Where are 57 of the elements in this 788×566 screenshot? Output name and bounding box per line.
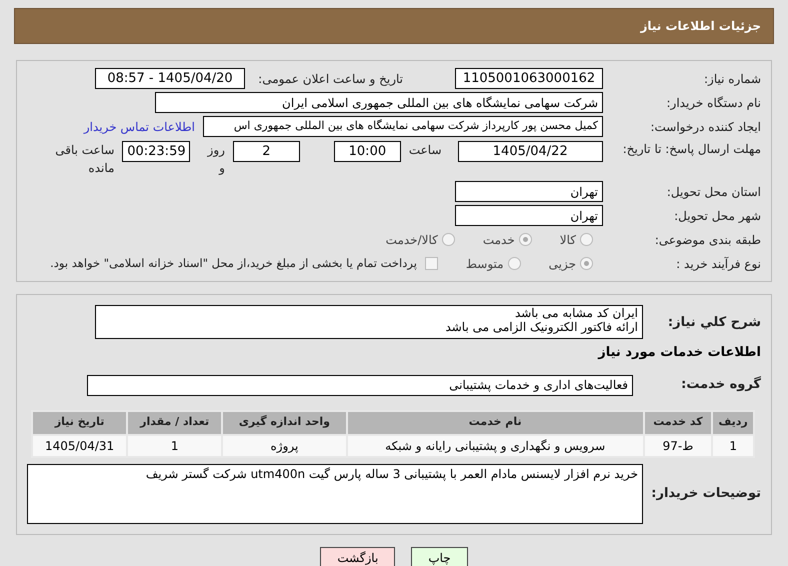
payment-note: پرداخت تمام یا بخشی از مبلغ خرید،از محل "اسناد خزانه اسلامی" خواهد بود. <box>50 254 417 272</box>
page-title: جزئیات اطلاعات نیاز <box>640 18 761 35</box>
print-button[interactable]: چاپ <box>411 546 468 566</box>
radio-label: متوسط <box>466 256 504 272</box>
field-label: تاریخ و ساعت اعلان عمومی: <box>257 70 403 88</box>
buyer-contact-link[interactable]: اطلاعات تماس خریدار <box>84 118 195 136</box>
deadline-date-field[interactable]: 1405/04/22 <box>458 141 603 162</box>
column-header: واحد اندازه گیری <box>222 410 347 434</box>
field-label: مهلت ارسال پاسخ: تا تاریخ: <box>622 141 761 157</box>
field-label: ساعت باقی مانده <box>54 142 114 177</box>
radio-button[interactable] <box>580 233 593 246</box>
field-label: توضیحات خریدار: <box>651 484 761 503</box>
column-header: تعداد / مقدار <box>127 410 222 434</box>
checkbox[interactable] <box>424 257 438 270</box>
table-cell: سرویس و نگهداری و پشتیبانی رایانه و شبکه <box>346 434 644 456</box>
days-field[interactable]: 2 <box>232 141 300 162</box>
table-cell: ط-97 <box>644 434 712 456</box>
buyer-notes-field[interactable]: خرید نرم افزار لایسنس مادام العمر با پشتیبانی 3 ساله پارس گیت utm400n شرکت گستر شریف <box>27 464 643 524</box>
radio-button[interactable] <box>518 233 532 246</box>
column-header: تاریخ نیاز <box>32 410 128 434</box>
description-field[interactable]: ایران کد مشابه می باشد ارائه فاکتور الکترونیک الزامی می باشد <box>95 305 643 339</box>
section-heading: اطلاعات خدمات مورد نیاز <box>596 344 761 362</box>
field-label: شهر محل تحویل: <box>673 208 761 224</box>
announce-date-field[interactable]: 1405/04/20 - 08:57 <box>95 68 245 89</box>
radio-label: خدمت <box>482 232 515 248</box>
field-label: ساعت <box>408 142 442 159</box>
radio-label: کالا <box>560 232 576 248</box>
field-label: گروه خدمت: <box>680 375 761 394</box>
column-header: کد خدمت <box>644 410 712 434</box>
field-label: نام دستگاه خریدار: <box>666 94 761 112</box>
field-label: شماره نیاز: <box>703 70 761 88</box>
radio-label: جزیی <box>548 256 576 272</box>
column-header: نام خدمت <box>346 410 644 434</box>
table-cell: پروژه <box>222 434 347 456</box>
table-cell: 1 <box>127 434 222 456</box>
buyer-org-field[interactable]: شرکت سهامی نمایشگاه های بین المللی جمهوری اسلامی ایران <box>155 92 603 113</box>
column-header: ردیف <box>712 410 754 434</box>
radio-button[interactable] <box>508 257 521 270</box>
field-label: استان محل تحویل: <box>666 184 761 200</box>
field-label: طبقه بندی موضوعی: <box>654 232 761 248</box>
table-cell: 1405/04/31 <box>32 434 128 456</box>
deadline-time-field[interactable]: 10:00 <box>334 141 401 162</box>
creator-field[interactable]: کمیل محسن پور کارپرداز شرکت سهامی نمایشگاه های بین المللی جمهوری اس <box>203 116 603 137</box>
radio-button[interactable] <box>580 257 593 270</box>
table-cell: 1 <box>712 434 754 456</box>
need-number-field[interactable]: 1105001063000162 <box>455 68 603 89</box>
field-label: شرح کلي نیاز: <box>666 314 761 332</box>
radio-label: کالا/خدمت <box>386 232 438 248</box>
back-button[interactable]: بازگشت <box>320 546 396 566</box>
province-field[interactable]: تهران <box>455 181 603 202</box>
field-label: نوع فرآیند خرید : <box>675 256 761 272</box>
city-field[interactable]: تهران <box>455 205 603 226</box>
remaining-time-field[interactable]: 00:23:59 <box>122 141 190 162</box>
service-group-field[interactable]: فعالیت‌های اداری و خدمات پشتیبانی <box>87 374 633 396</box>
radio-button[interactable] <box>442 233 455 246</box>
field-label: ایجاد کننده درخواست: <box>649 118 761 136</box>
field-label: روز و <box>206 142 225 177</box>
